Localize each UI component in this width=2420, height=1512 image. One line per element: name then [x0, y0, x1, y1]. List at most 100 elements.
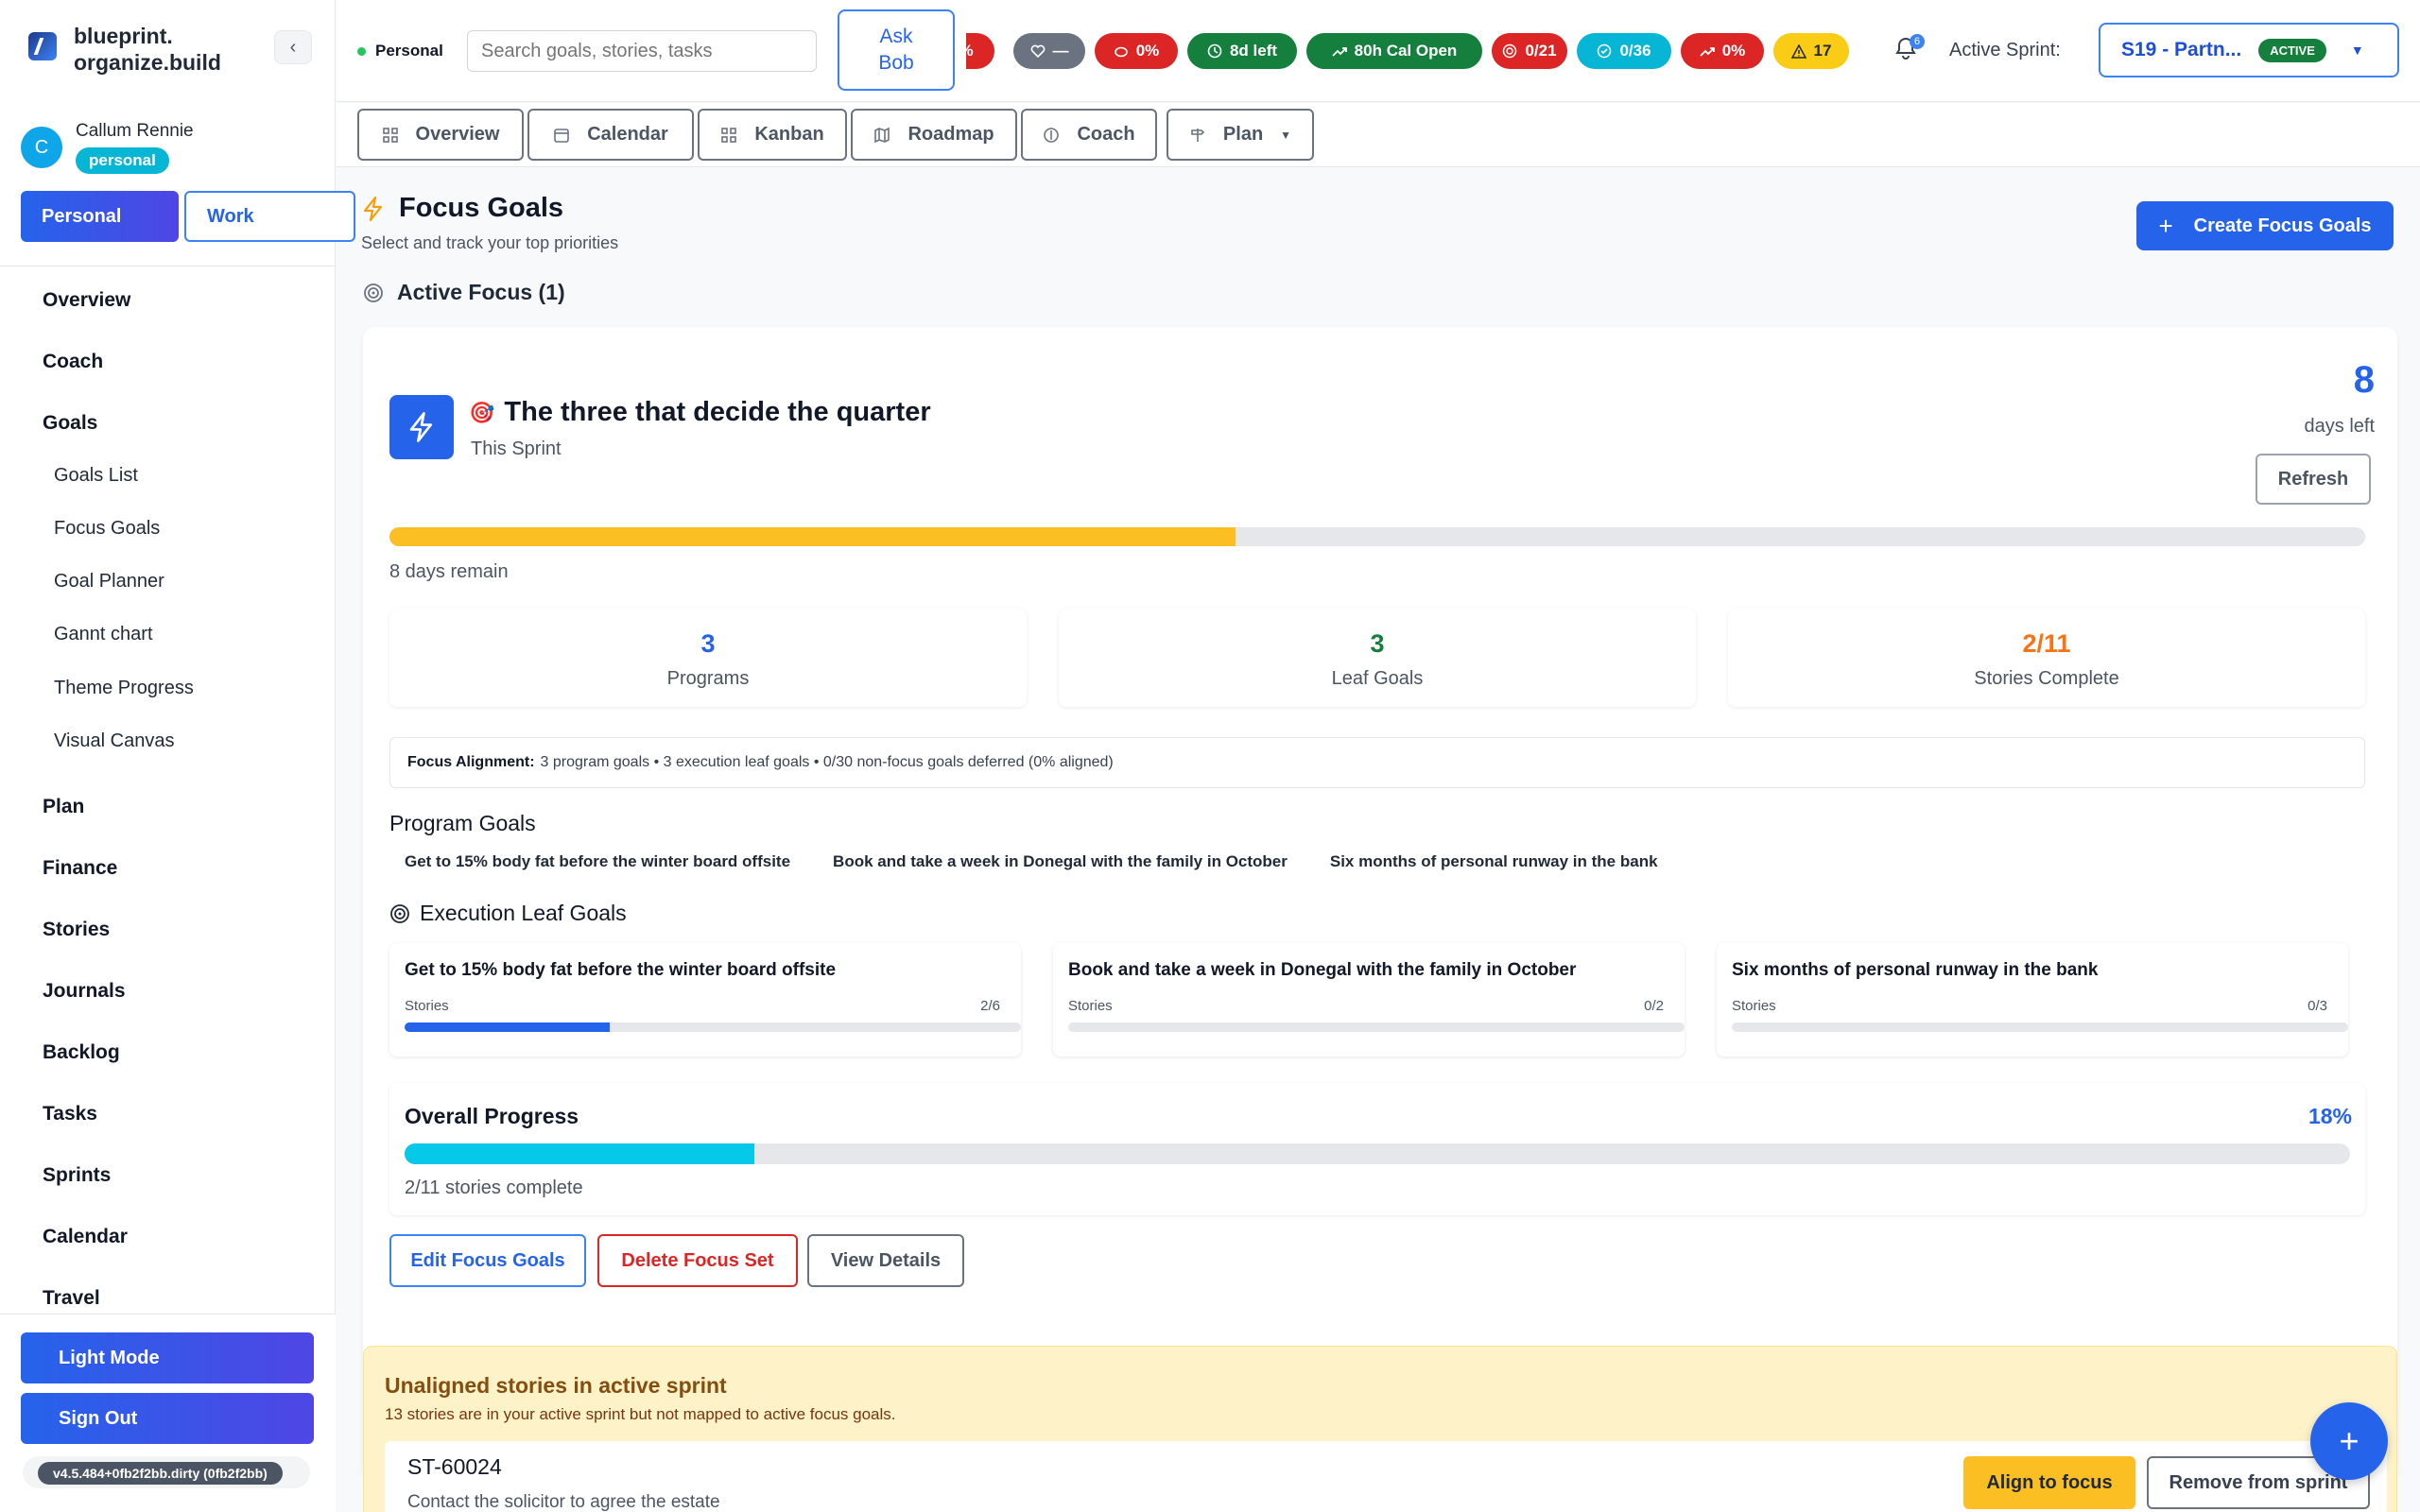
nav-goals[interactable]: Goals	[43, 412, 97, 435]
caret-down-icon: ▼	[2350, 43, 2364, 58]
refresh-button[interactable]: Refresh	[2256, 454, 2371, 505]
nav-coach[interactable]: Coach	[43, 351, 103, 373]
leaf-goal-card[interactable]: Get to 15% body fat before the winter bo…	[389, 943, 1021, 1057]
nav-plan[interactable]: Plan	[43, 796, 84, 818]
user-name: Callum Rennie	[76, 121, 194, 141]
unaligned-title: Unaligned stories in active sprint	[385, 1373, 727, 1398]
caret-down-icon: ▼	[1280, 128, 1292, 142]
story-id[interactable]: ST-60024	[407, 1454, 502, 1480]
check-circle-icon	[1597, 43, 1612, 59]
view-details-button[interactable]: View Details	[807, 1234, 964, 1287]
sidebar-nav: Overview Coach Goals Goals List Focus Go…	[0, 274, 336, 1328]
user-profile[interactable]: C Callum Rennie personal	[21, 117, 194, 174]
chevron-left-icon: ‹	[289, 36, 297, 58]
tab-kanban[interactable]: Kanban	[698, 109, 847, 161]
nav-theme-progress[interactable]: Theme Progress	[54, 678, 194, 699]
overall-progress-title: Overall Progress	[405, 1104, 579, 1128]
metric-pill-label: 0%	[1721, 42, 1746, 60]
program-goals-heading: Program Goals	[389, 811, 536, 835]
program-goal-chip[interactable]: Get to 15% body fat before the winter bo…	[405, 852, 790, 871]
notification-count: 6	[1910, 34, 1925, 49]
stat-label: Stories Complete	[1974, 668, 2119, 689]
nav-overview[interactable]: Overview	[43, 289, 130, 312]
compass-icon	[1044, 127, 1060, 143]
program-goals-list: Get to 15% body fat before the winter bo…	[405, 852, 1658, 871]
collapse-sidebar-button[interactable]: ‹	[274, 30, 312, 64]
leaf-goal-title: Book and take a week in Donegal with the…	[1068, 960, 1577, 980]
sprint-selector[interactable]: S19 - Partn... ACTIVE ▼	[2099, 23, 2399, 77]
sprint-time-progress	[389, 527, 2365, 546]
brand-name-line-1: blueprint.	[74, 24, 173, 48]
metric-pill[interactable]: 0%	[1095, 33, 1178, 69]
overall-progress-subtitle: 2/11 stories complete	[405, 1177, 583, 1198]
nav-tasks[interactable]: Tasks	[43, 1103, 97, 1125]
add-fab-button[interactable]: +	[2310, 1402, 2388, 1480]
program-goal-chip[interactable]: Six months of personal runway in the ban…	[1330, 852, 1658, 871]
metric-pill[interactable]: 8d left	[1187, 33, 1297, 69]
tab-kanban-label: Kanban	[754, 124, 824, 145]
tab-overview[interactable]: Overview	[357, 109, 524, 161]
personal-context-button[interactable]: Personal	[21, 191, 179, 242]
metric-pill[interactable]: %	[966, 33, 994, 69]
light-mode-button[interactable]: Light Mode	[21, 1332, 314, 1383]
page-title: Focus Goals	[361, 193, 618, 224]
focus-set-card: 🎯 The three that decide the quarter This…	[363, 327, 2397, 1480]
sprint-time-progress-fill	[389, 527, 1236, 546]
metric-pill[interactable]: 80h Cal Open	[1306, 33, 1482, 69]
focus-alignment-summary: Focus Alignment: 3 program goals • 3 exe…	[389, 737, 2365, 788]
metric-pill-label: —	[1052, 42, 1069, 60]
metric-pill[interactable]: 17	[1773, 33, 1849, 69]
page-header: Focus Goals Select and track your top pr…	[361, 193, 618, 253]
tab-calendar[interactable]: Calendar	[527, 109, 694, 161]
metric-pill-label: 0%	[1135, 42, 1160, 60]
work-context-button[interactable]: Work	[184, 191, 355, 242]
leaf-goals-heading: Execution Leaf Goals	[389, 901, 627, 926]
tab-overview-label: Overview	[415, 124, 500, 145]
tab-roadmap-label: Roadmap	[908, 124, 994, 145]
map-icon	[874, 127, 890, 143]
leaf-goal-card[interactable]: Six months of personal runway in the ban…	[1717, 943, 2348, 1057]
nav-focus-goals[interactable]: Focus Goals	[54, 518, 160, 540]
sign-out-button[interactable]: Sign Out	[21, 1393, 314, 1444]
plus-icon: +	[2158, 211, 2173, 240]
program-goal-chip[interactable]: Book and take a week in Donegal with the…	[833, 852, 1288, 871]
edit-focus-goals-button[interactable]: Edit Focus Goals	[389, 1234, 586, 1287]
sidebar-footer: Light Mode Sign Out v4.5.484+0fb2f2bb.di…	[0, 1314, 336, 1512]
metric-pill[interactable]: —	[1013, 33, 1085, 69]
metric-pill[interactable]: 0%	[1681, 33, 1764, 69]
nav-calendar[interactable]: Calendar	[43, 1226, 128, 1248]
leaf-goal-progress	[405, 1022, 1021, 1032]
search-input[interactable]	[467, 30, 817, 72]
metric-pill[interactable]: 0/21	[1492, 33, 1567, 69]
focus-set-timeframe: This Sprint	[471, 438, 562, 459]
nav-journals[interactable]: Journals	[43, 980, 126, 1003]
days-left-label: days left	[2304, 416, 2375, 437]
user-context-badge: personal	[76, 147, 169, 174]
leaf-goal-progress	[1732, 1022, 2348, 1032]
nav-gantt-chart[interactable]: Gannt chart	[54, 624, 153, 645]
stat-programs: 3 Programs	[389, 609, 1027, 707]
leaf-goal-stories-label: Stories	[1068, 998, 1113, 1014]
nav-travel[interactable]: Travel	[43, 1287, 100, 1310]
target-icon	[1502, 43, 1517, 59]
nav-goal-planner[interactable]: Goal Planner	[54, 571, 164, 593]
tab-roadmap[interactable]: Roadmap	[851, 109, 1017, 161]
tab-plan[interactable]: Plan ▼	[1167, 109, 1314, 161]
ask-bob-button[interactable]: Ask Bob	[838, 9, 955, 91]
nav-visual-canvas[interactable]: Visual Canvas	[54, 730, 174, 752]
metric-pill[interactable]: 0/36	[1577, 33, 1671, 69]
brand-name-line-2: organize.build	[74, 50, 221, 75]
leaf-goal-card[interactable]: Book and take a week in Donegal with the…	[1053, 943, 1685, 1057]
nav-finance[interactable]: Finance	[43, 857, 117, 880]
tab-coach[interactable]: Coach	[1021, 109, 1157, 161]
nav-backlog[interactable]: Backlog	[43, 1041, 120, 1064]
brand[interactable]: blueprint. organize.build	[28, 23, 263, 76]
context-toggle: Personal Work	[21, 191, 355, 242]
delete-focus-set-button[interactable]: Delete Focus Set	[597, 1234, 798, 1287]
nav-sprints[interactable]: Sprints	[43, 1164, 111, 1187]
align-to-focus-button[interactable]: Align to focus	[1963, 1456, 2135, 1509]
create-focus-goals-button[interactable]: + Create Focus Goals	[2136, 201, 2394, 250]
context-indicator-label: Personal	[375, 42, 443, 60]
nav-goals-list[interactable]: Goals List	[54, 465, 138, 487]
nav-stories[interactable]: Stories	[43, 919, 110, 941]
